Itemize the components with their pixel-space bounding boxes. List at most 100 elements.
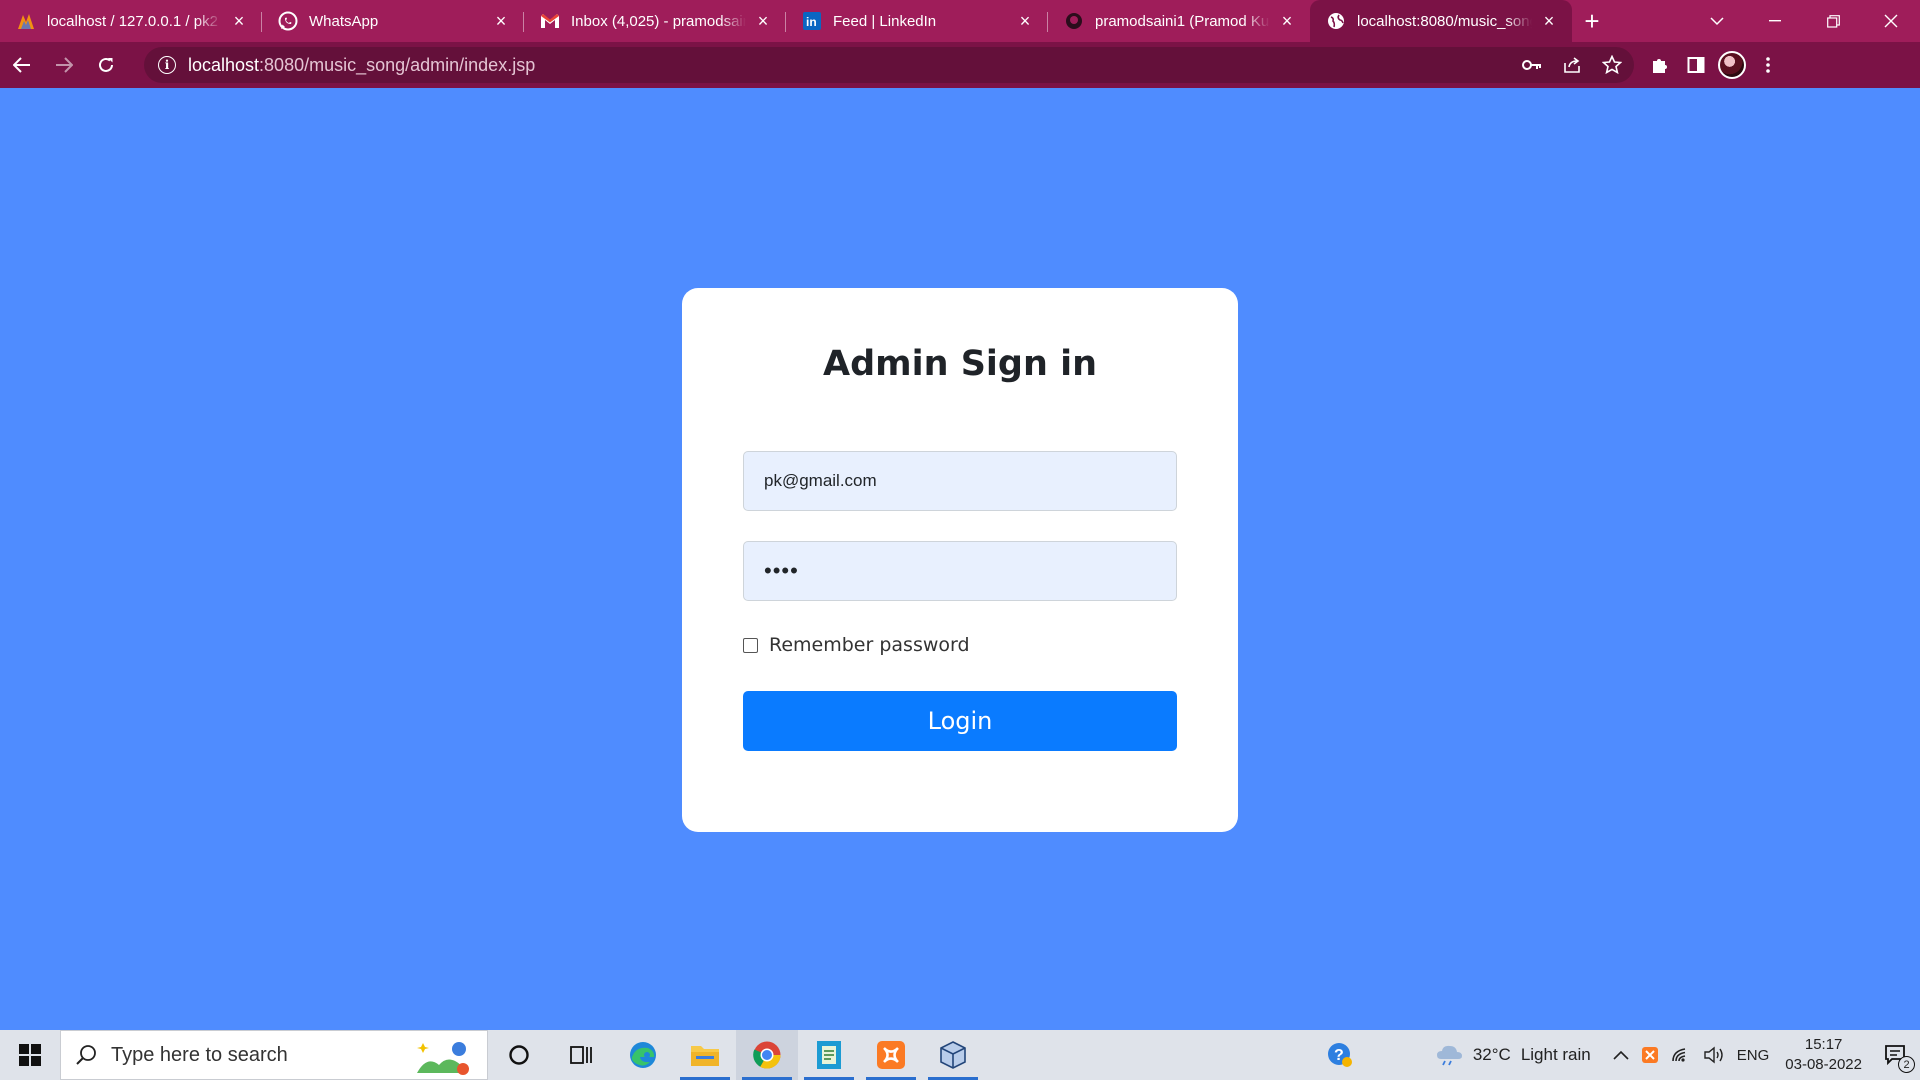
task-view-button[interactable] bbox=[550, 1030, 612, 1080]
task-view-icon bbox=[570, 1046, 592, 1064]
profile-avatar[interactable] bbox=[1718, 51, 1746, 79]
cortana-circle-icon bbox=[509, 1045, 529, 1065]
remember-password-checkbox[interactable] bbox=[743, 637, 758, 653]
linkedin-icon: in bbox=[802, 11, 822, 31]
tab-title: WhatsApp bbox=[309, 12, 379, 30]
address-bar[interactable]: i localhost:8080/music_song/admin/index.… bbox=[144, 47, 1634, 83]
chevron-up-icon bbox=[1613, 1050, 1629, 1060]
page-title: Admin Sign in bbox=[823, 344, 1097, 384]
reload-icon bbox=[99, 57, 113, 72]
site-info-icon[interactable]: i bbox=[158, 56, 176, 74]
weather-condition: Light rain bbox=[1520, 1045, 1591, 1064]
search-placeholder: Type here to search bbox=[111, 1043, 288, 1066]
chevron-down-icon bbox=[1710, 16, 1724, 25]
taskbar-notepad[interactable] bbox=[798, 1030, 860, 1080]
tab-whatsapp[interactable]: WhatsApp × bbox=[262, 0, 524, 42]
volume-icon[interactable] bbox=[1697, 1030, 1731, 1080]
remember-password-row[interactable]: Remember password bbox=[743, 634, 970, 656]
password-field[interactable]: •••• bbox=[743, 541, 1177, 601]
share-icon[interactable] bbox=[1558, 51, 1586, 79]
notepad-icon bbox=[817, 1041, 841, 1069]
close-window-button[interactable] bbox=[1862, 0, 1920, 42]
show-hidden-icons-button[interactable] bbox=[1607, 1030, 1635, 1080]
tab-title: Inbox (4,025) - pramodsaini bbox=[571, 12, 746, 30]
close-tab-icon[interactable]: × bbox=[1278, 11, 1296, 31]
taskbar-virtualbox[interactable] bbox=[922, 1030, 984, 1080]
tab-title: localhost / 127.0.0.1 / pk2 / bbox=[47, 12, 222, 30]
cortana-button[interactable] bbox=[488, 1030, 550, 1080]
notification-count-badge: 2 bbox=[1898, 1056, 1915, 1073]
taskbar-edge[interactable] bbox=[612, 1030, 674, 1080]
taskbar-chrome[interactable] bbox=[736, 1030, 798, 1080]
search-highlight-icon bbox=[417, 1042, 469, 1075]
tab-linkedin[interactable]: in Feed | LinkedIn × bbox=[786, 0, 1048, 42]
window-controls bbox=[1688, 0, 1920, 42]
new-tab-button[interactable]: + bbox=[1572, 0, 1612, 42]
side-panel-icon[interactable] bbox=[1682, 51, 1710, 79]
close-tab-icon[interactable]: × bbox=[230, 11, 248, 31]
xampp-tray-icon[interactable] bbox=[1635, 1030, 1665, 1080]
more-menu-icon[interactable] bbox=[1754, 51, 1782, 79]
taskbar-search-box[interactable]: Type here to search bbox=[60, 1030, 488, 1080]
browser-toolbar: i localhost:8080/music_song/admin/index.… bbox=[0, 42, 1920, 88]
taskbar-file-explorer[interactable] bbox=[674, 1030, 736, 1080]
clock-date: 03-08-2022 bbox=[1785, 1056, 1862, 1073]
help-icon[interactable]: ? bbox=[1321, 1030, 1359, 1080]
phpmyadmin-icon bbox=[16, 11, 36, 31]
taskbar-xampp[interactable] bbox=[860, 1030, 922, 1080]
url-host: localhost bbox=[188, 54, 260, 75]
tab-gmail[interactable]: Inbox (4,025) - pramodsaini × bbox=[524, 0, 786, 42]
remember-password-label: Remember password bbox=[769, 634, 970, 656]
tab-title: pramodsaini1 (Pramod Kumar bbox=[1095, 12, 1270, 30]
virtualbox-cube-icon bbox=[940, 1041, 966, 1069]
forward-button[interactable] bbox=[44, 45, 84, 85]
tab-music-song-admin[interactable]: localhost:8080/music_song/ × bbox=[1310, 0, 1572, 42]
whatsapp-icon bbox=[278, 11, 298, 31]
github-icon bbox=[1064, 11, 1084, 31]
notification-center-button[interactable]: 2 bbox=[1872, 1030, 1920, 1080]
arrow-right-icon bbox=[56, 57, 73, 73]
admin-signin-card: Admin Sign in pk@gmail.com •••• Remember… bbox=[682, 288, 1238, 832]
key-icon[interactable] bbox=[1518, 51, 1546, 79]
weather-temperature: 32°C bbox=[1472, 1045, 1511, 1064]
restore-button[interactable] bbox=[1804, 0, 1862, 42]
tab-search-button[interactable] bbox=[1688, 0, 1746, 42]
wifi-icon[interactable] bbox=[1665, 1030, 1697, 1080]
tab-phpmyadmin[interactable]: localhost / 127.0.0.1 / pk2 / × bbox=[0, 0, 262, 42]
login-button[interactable]: Login bbox=[743, 691, 1177, 751]
weather-widget[interactable]: 32°C Light rain bbox=[1429, 1030, 1597, 1080]
folder-icon bbox=[691, 1046, 719, 1066]
rain-cloud-icon bbox=[1436, 1045, 1462, 1066]
close-tab-icon[interactable]: × bbox=[1540, 11, 1558, 31]
close-tab-icon[interactable]: × bbox=[492, 11, 510, 31]
xampp-icon bbox=[877, 1041, 905, 1069]
windows-logo-icon bbox=[19, 1044, 41, 1066]
minimize-icon bbox=[1769, 20, 1781, 22]
tab-strip: localhost / 127.0.0.1 / pk2 / × WhatsApp… bbox=[0, 0, 1920, 42]
arrow-left-icon bbox=[13, 57, 30, 73]
tab-github[interactable]: pramodsaini1 (Pramod Kumar × bbox=[1048, 0, 1310, 42]
tab-title: localhost:8080/music_song/ bbox=[1357, 12, 1532, 30]
url-path: :8080/music_song/admin/index.jsp bbox=[259, 54, 536, 75]
globe-icon bbox=[1326, 11, 1346, 31]
gmail-icon bbox=[540, 11, 560, 31]
language-indicator[interactable]: ENG bbox=[1731, 1030, 1776, 1080]
address-bar-actions bbox=[1518, 51, 1634, 79]
svg-text:in: in bbox=[806, 15, 817, 29]
email-field[interactable]: pk@gmail.com bbox=[743, 451, 1177, 511]
bookmark-star-icon[interactable] bbox=[1598, 51, 1626, 79]
close-tab-icon[interactable]: × bbox=[754, 11, 772, 31]
clock[interactable]: 15:17 03-08-2022 bbox=[1775, 1035, 1872, 1075]
close-tab-icon[interactable]: × bbox=[1016, 11, 1034, 31]
reload-button[interactable] bbox=[86, 45, 126, 85]
extensions-puzzle-icon[interactable] bbox=[1646, 51, 1674, 79]
minimize-button[interactable] bbox=[1746, 0, 1804, 42]
search-icon bbox=[76, 1045, 96, 1065]
clock-time: 15:17 bbox=[1804, 1036, 1843, 1053]
close-icon bbox=[1884, 14, 1898, 28]
start-button[interactable] bbox=[0, 1030, 60, 1080]
back-button[interactable] bbox=[2, 45, 42, 85]
edge-icon bbox=[630, 1042, 656, 1068]
restore-icon bbox=[1826, 14, 1840, 28]
windows-taskbar: Type here to search ? 32°C Light rain EN… bbox=[0, 1030, 1920, 1080]
